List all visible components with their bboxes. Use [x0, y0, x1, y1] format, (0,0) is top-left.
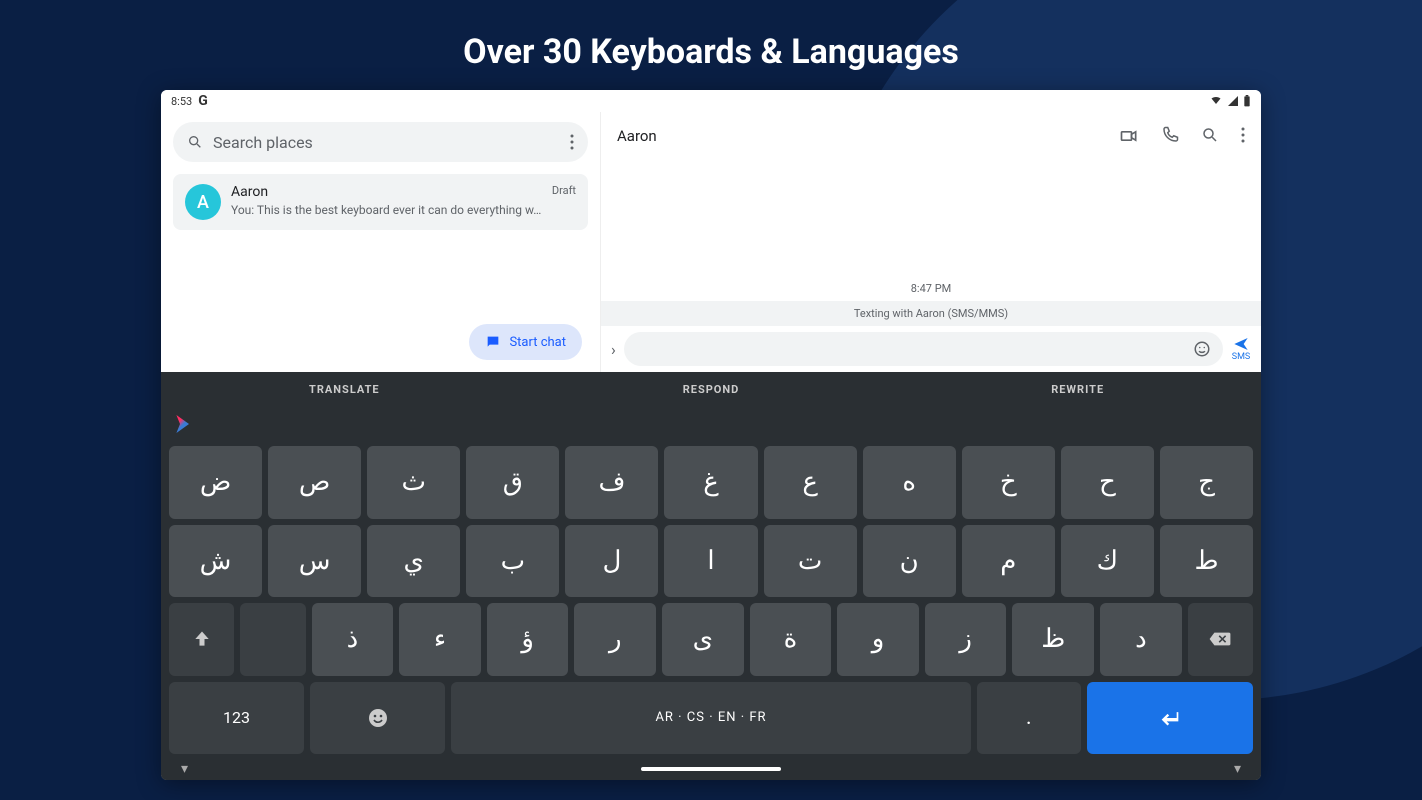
- conversation-header: Aaron: [601, 112, 1261, 160]
- key[interactable]: ش: [169, 525, 262, 598]
- keyboard-logo-icon[interactable]: [171, 415, 189, 433]
- conversation-name: Aaron: [231, 184, 268, 200]
- shift-icon: [192, 629, 212, 649]
- key[interactable]: ف: [565, 446, 658, 519]
- start-chat-label: Start chat: [509, 335, 566, 350]
- expand-icon[interactable]: ›: [611, 340, 616, 359]
- conversation-pane: Aaron 8:47 PM Texting with Aaron (SMS/MM…: [601, 112, 1261, 372]
- more-icon[interactable]: [570, 134, 574, 150]
- key[interactable]: ع: [764, 446, 857, 519]
- key[interactable]: خ: [962, 446, 1055, 519]
- status-bar: 8:53 G: [161, 90, 1261, 112]
- key[interactable]: ك: [1061, 525, 1154, 598]
- key-row-1: ض ص ث ق ف غ ع ه خ ح ج: [169, 446, 1253, 519]
- key[interactable]: ر: [574, 603, 656, 676]
- key-row-3: ذ ء ؤ ر ى ة و ز ظ د: [169, 603, 1253, 676]
- texting-banner: Texting with Aaron (SMS/MMS): [601, 301, 1261, 326]
- conversation-tag: Draft: [552, 184, 576, 200]
- message-input[interactable]: [624, 332, 1223, 366]
- video-call-icon[interactable]: [1119, 126, 1139, 146]
- key[interactable]: ء: [399, 603, 481, 676]
- key[interactable]: ث: [367, 446, 460, 519]
- key[interactable]: ق: [466, 446, 559, 519]
- key[interactable]: ه: [863, 446, 956, 519]
- search-placeholder: Search places: [213, 133, 313, 152]
- key[interactable]: ن: [863, 525, 956, 598]
- key[interactable]: ا: [664, 525, 757, 598]
- suggestion-bar: [161, 406, 1261, 442]
- backspace-key[interactable]: [1188, 603, 1253, 676]
- messaging-app: Search places A Aaron Draft You: This is…: [161, 112, 1261, 372]
- emoji-icon: [366, 706, 390, 730]
- tab-translate[interactable]: TRANSLATE: [161, 372, 528, 406]
- key[interactable]: ل: [565, 525, 658, 598]
- device-frame: 8:53 G Search places A Aaron Draft: [161, 90, 1261, 780]
- key[interactable]: ط: [1160, 525, 1253, 598]
- key[interactable]: ة: [750, 603, 832, 676]
- send-icon: [1231, 336, 1251, 352]
- google-g-icon: G: [198, 93, 208, 109]
- key[interactable]: ت: [764, 525, 857, 598]
- shift-key[interactable]: [169, 603, 234, 676]
- key[interactable]: ب: [466, 525, 559, 598]
- key[interactable]: ز: [925, 603, 1007, 676]
- key[interactable]: ى: [662, 603, 744, 676]
- period-key[interactable]: .: [977, 682, 1081, 755]
- phone-icon[interactable]: [1161, 126, 1179, 144]
- enter-icon: [1158, 708, 1182, 728]
- key[interactable]: ذ: [312, 603, 394, 676]
- key[interactable]: و: [837, 603, 919, 676]
- send-sms-label: SMS: [1232, 352, 1251, 362]
- keyboard-switch-icon[interactable]: ▾: [1234, 761, 1241, 777]
- keyboard: TRANSLATE RESPOND REWRITE ض ص ث ق ف غ ع …: [161, 372, 1261, 780]
- headline: Over 30 Keyboards & Languages: [0, 0, 1422, 90]
- blank-key[interactable]: [240, 603, 305, 676]
- key[interactable]: ص: [268, 446, 361, 519]
- numsym-key[interactable]: 123: [169, 682, 304, 755]
- key[interactable]: م: [962, 525, 1055, 598]
- key[interactable]: د: [1100, 603, 1182, 676]
- nav-home-pill[interactable]: [641, 767, 781, 771]
- tab-respond[interactable]: RESPOND: [528, 372, 895, 406]
- key-row-4: 123 AR · CS · EN · FR .: [169, 682, 1253, 755]
- message-timestamp: 8:47 PM: [601, 282, 1261, 295]
- send-button[interactable]: SMS: [1231, 336, 1251, 362]
- backspace-icon: [1208, 630, 1232, 648]
- key-row-2: ش س ي ب ل ا ت ن م ك ط: [169, 525, 1253, 598]
- key[interactable]: غ: [664, 446, 757, 519]
- tab-rewrite[interactable]: REWRITE: [894, 372, 1261, 406]
- key[interactable]: ظ: [1012, 603, 1094, 676]
- avatar: A: [185, 184, 221, 220]
- conversation-item[interactable]: A Aaron Draft You: This is the best keyb…: [173, 174, 588, 230]
- search-icon: [187, 134, 203, 150]
- conversation-list-pane: Search places A Aaron Draft You: This is…: [161, 112, 601, 372]
- emoji-key[interactable]: [310, 682, 445, 755]
- key[interactable]: ؤ: [487, 603, 569, 676]
- signal-icon: [1227, 95, 1239, 107]
- nav-bar: ▾ ▾: [161, 758, 1261, 780]
- conversation-preview: You: This is the best keyboard ever it c…: [231, 203, 576, 217]
- enter-key[interactable]: [1087, 682, 1253, 755]
- face-icon[interactable]: [1193, 340, 1211, 358]
- more-icon[interactable]: [1241, 126, 1245, 144]
- status-time: 8:53: [171, 95, 192, 108]
- key[interactable]: ج: [1160, 446, 1253, 519]
- key[interactable]: س: [268, 525, 361, 598]
- space-key[interactable]: AR · CS · EN · FR: [451, 682, 971, 755]
- battery-icon: [1243, 95, 1251, 107]
- key[interactable]: ض: [169, 446, 262, 519]
- wifi-icon: [1209, 95, 1223, 107]
- search-icon[interactable]: [1201, 126, 1219, 144]
- chat-icon: [485, 334, 501, 350]
- key[interactable]: ي: [367, 525, 460, 598]
- search-input[interactable]: Search places: [173, 122, 588, 162]
- conversation-title: Aaron: [617, 127, 657, 145]
- start-chat-button[interactable]: Start chat: [469, 324, 582, 360]
- key[interactable]: ح: [1061, 446, 1154, 519]
- chevron-down-icon[interactable]: ▾: [181, 761, 188, 777]
